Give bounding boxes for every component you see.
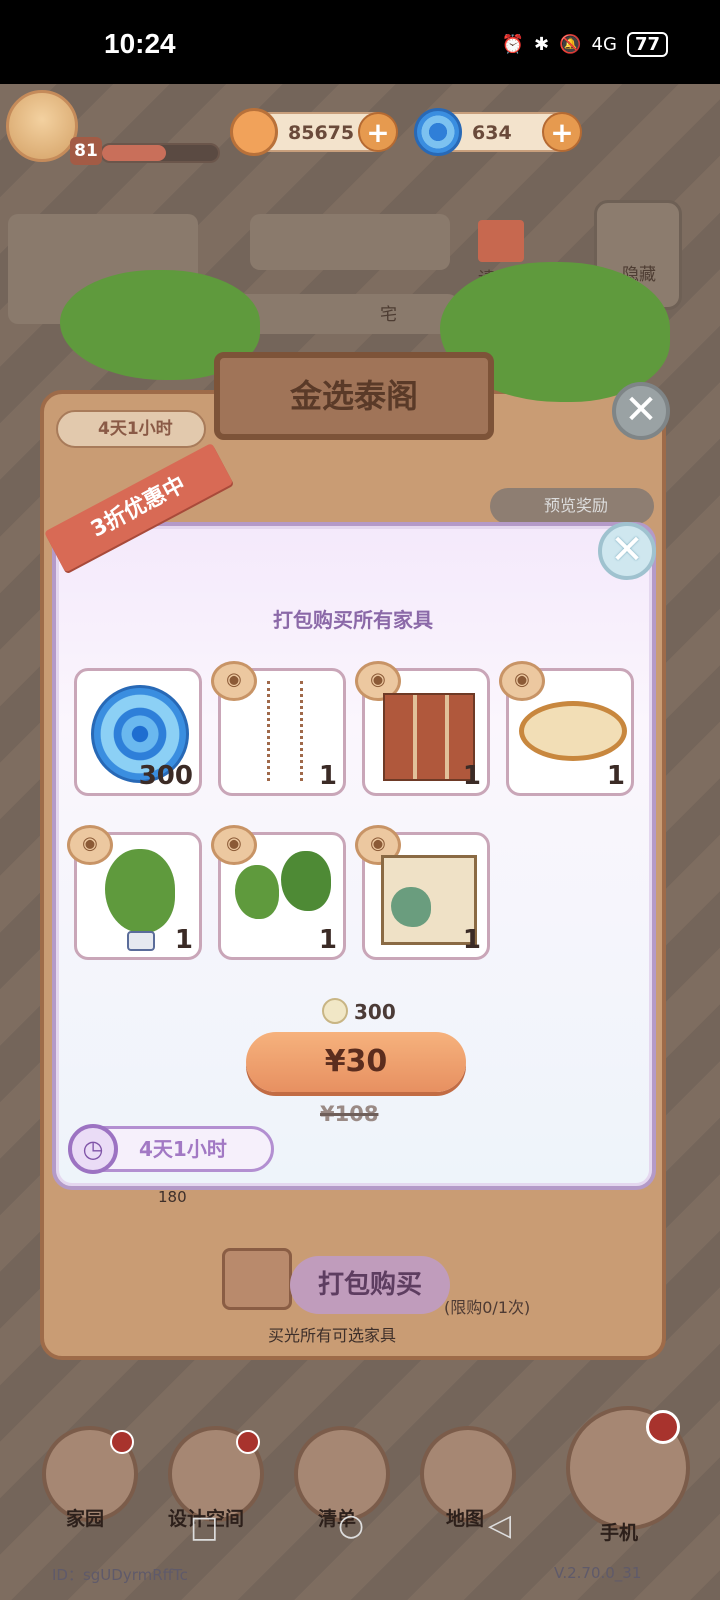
gold-value: 85675 <box>288 122 355 144</box>
item-qty: 1 <box>462 925 481 955</box>
clock: 10:24 <box>104 28 176 59</box>
lightbulb-gem-icon <box>322 998 348 1024</box>
shop-timer-text: 4天1小时 <box>98 419 173 439</box>
item-count-hint: 180 <box>158 1188 187 1206</box>
back-icon[interactable]: ◁ <box>488 1508 511 1543</box>
add-gem-button[interactable]: + <box>542 112 582 152</box>
gem-value: 634 <box>472 122 512 144</box>
player-avatar[interactable] <box>6 90 78 162</box>
nav-map-label: 地图 <box>446 1508 485 1530</box>
rattan-table-icon <box>519 701 627 761</box>
item-round-rattan-table[interactable]: ◉ 1 <box>499 661 634 796</box>
xp-fill <box>102 145 166 161</box>
gift-box-icon <box>222 1248 292 1310</box>
residence-label: 宅 <box>380 305 397 325</box>
nav-phone-button[interactable] <box>566 1406 690 1530</box>
nav-home-label: 家园 <box>66 1508 105 1530</box>
item-qty: 1 <box>462 761 481 791</box>
xp-bar <box>100 143 220 163</box>
recents-icon[interactable]: □ <box>190 1510 218 1545</box>
bundle-buy-button[interactable]: 打包购买 <box>290 1256 450 1314</box>
notification-dot <box>646 1410 680 1444</box>
deal-close-button[interactable]: ✕ <box>598 522 656 580</box>
purchase-button[interactable]: ¥30 <box>246 1032 466 1092</box>
mute-icon: 🔕 <box>559 34 582 55</box>
item-flower-display-stand[interactable]: ◉ 1 <box>355 825 490 960</box>
item-qty: 1 <box>318 925 337 955</box>
battery-indicator: 77 <box>626 32 668 57</box>
gold-coin-icon <box>230 108 278 156</box>
gem-currency: 634 + <box>414 108 582 156</box>
item-qty: 1 <box>606 761 625 791</box>
notification-dot <box>236 1430 260 1454</box>
add-gold-button[interactable]: + <box>358 112 398 152</box>
deal-subtitle: 打包购买所有家具 <box>273 608 433 632</box>
eye-preview-icon[interactable]: ◉ <box>67 825 113 865</box>
gold-currency: 85675 + <box>230 108 398 156</box>
eye-preview-icon[interactable]: ◉ <box>211 661 257 701</box>
bundle-limit: (限购0/1次) <box>444 1298 531 1317</box>
residence-selector[interactable] <box>232 294 458 334</box>
item-qty: 1 <box>174 925 193 955</box>
leave-door-icon[interactable] <box>478 220 524 262</box>
wall-planter-icon <box>235 865 279 919</box>
folding-screen-icon <box>383 693 475 781</box>
shop-timer: 4天1小时 <box>56 410 206 448</box>
version-label: V.2.70.0_31 <box>554 1564 642 1582</box>
signal-icon: 4G <box>591 34 617 55</box>
item-qty: 1 <box>318 761 337 791</box>
potted-plant-icon <box>105 849 175 933</box>
status-icons: ⏰ ✱ 🔕 4G 77 <box>502 32 668 57</box>
eye-preview-icon[interactable]: ◉ <box>211 825 257 865</box>
notification-dot <box>110 1430 134 1454</box>
item-folding-screen[interactable]: ◉ 1 <box>355 661 490 796</box>
swirl-gem-icon <box>414 108 462 156</box>
item-shell-wind-chime[interactable]: ◉ 1 <box>211 661 346 796</box>
eye-preview-icon[interactable]: ◉ <box>499 661 545 701</box>
nav-phone-label: 手机 <box>600 1522 639 1544</box>
player-id: ID：sgUDyrmRffTc <box>52 1566 188 1584</box>
reward-value: 300 <box>354 1000 396 1024</box>
shop-title: 金选泰阁 <box>289 377 418 415</box>
wind-chime-icon <box>267 681 303 781</box>
bundle-description: 买光所有可选家具 <box>268 1326 397 1345</box>
status-bar: 10:24 ⏰ ✱ 🔕 4G 77 <box>0 0 720 84</box>
alarm-icon: ⏰ <box>501 34 525 55</box>
level-badge: 81 <box>70 137 102 165</box>
item-swirl-gem[interactable]: 300 <box>74 668 202 796</box>
shop-title-plate: 金选泰阁 <box>214 352 494 440</box>
shop-close-button[interactable]: ✕ <box>612 382 670 440</box>
flower-icon <box>391 887 431 927</box>
wall-planter-icon <box>281 851 331 911</box>
bluetooth-icon: ✱ <box>534 34 550 55</box>
item-potted-plant[interactable]: ◉ 1 <box>67 825 202 960</box>
pot-icon <box>127 931 155 951</box>
clock-icon: ◷ <box>68 1124 118 1174</box>
item-qty: 300 <box>138 761 193 791</box>
preview-label: 预览奖励 <box>544 496 609 515</box>
preview-rewards-button[interactable]: 预览奖励 <box>490 488 654 524</box>
item-wall-planters[interactable]: ◉ 1 <box>211 825 346 960</box>
weather-panel <box>250 214 450 270</box>
original-price: ¥108 <box>320 1102 379 1126</box>
home-icon[interactable]: ○ <box>338 1508 364 1543</box>
